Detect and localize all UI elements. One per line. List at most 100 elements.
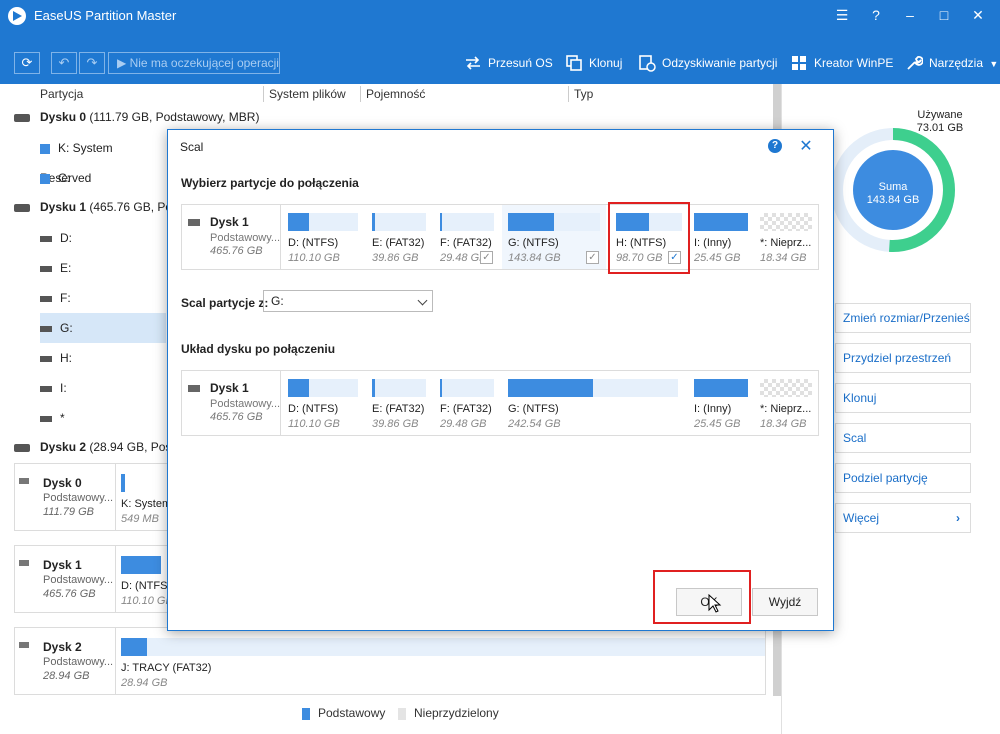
tree-disk-1[interactable]: Dysku 1 (465.76 GB, Pod xyxy=(14,200,179,214)
partition-block[interactable]: I: (Inny) 25.45 GB xyxy=(688,371,754,435)
partition-block[interactable]: *: Nieprz... 18.34 GB xyxy=(754,205,818,269)
tree-partition-row[interactable]: K: System Reserved xyxy=(40,133,166,185)
partition-label: E: (FAT32) xyxy=(372,403,425,415)
partition-block[interactable]: G: (NTFS) 242.54 GB xyxy=(502,371,684,435)
partition-usage-fill xyxy=(288,213,309,231)
partition-block[interactable]: E: (FAT32) 39.86 GB xyxy=(366,371,432,435)
select-partitions-heading: Wybierz partycje do połączenia xyxy=(181,176,359,190)
tree-partition-row[interactable]: E: xyxy=(40,253,166,283)
undo-button[interactable]: ↶ xyxy=(51,52,77,74)
partition-label: G: (NTFS) xyxy=(508,403,559,415)
partition-block[interactable]: E: (FAT32) 39.86 GB xyxy=(366,205,432,269)
hard-disk-icon xyxy=(188,219,200,226)
tree-partition-row[interactable]: F: xyxy=(40,283,166,313)
tree-disk-1-info: (465.76 GB, Pod xyxy=(89,200,179,214)
tree-partition-row[interactable]: * xyxy=(40,403,166,433)
column-separator[interactable] xyxy=(568,86,569,102)
clone-partition-button[interactable]: Klonuj xyxy=(835,383,971,413)
close-icon[interactable]: ✕ xyxy=(798,136,814,155)
close-icon[interactable]: ✕ xyxy=(966,4,990,26)
disk-map-after: Dysk 1 Podstawowy... 465.76 GB D: (NTFS)… xyxy=(181,370,819,436)
legend-swatch xyxy=(398,707,406,720)
column-separator[interactable] xyxy=(360,86,361,102)
maximize-icon[interactable]: □ xyxy=(932,4,956,26)
redo-button[interactable]: ↷ xyxy=(79,52,105,74)
exit-button[interactable]: Wyjdź xyxy=(752,588,818,616)
partition-usage-bar xyxy=(121,556,161,574)
tree-partition-row[interactable]: C: xyxy=(40,163,166,193)
tree-disk-0-info: (111.79 GB, Podstawowy, MBR) xyxy=(89,110,260,124)
refresh-button[interactable]: ⟳ xyxy=(14,52,40,74)
hard-disk-icon xyxy=(188,385,200,392)
tree-partition-label: I: xyxy=(60,381,67,395)
partition-usage-bar xyxy=(440,213,494,231)
windows-partition-icon xyxy=(40,143,50,154)
legend-unallocated-label: Nieprzydzielony xyxy=(414,706,499,720)
partition-size: 39.86 GB xyxy=(372,418,419,430)
partition-icon xyxy=(40,265,52,272)
allocate-space-button[interactable]: Przydziel przestrzeń xyxy=(835,343,971,373)
tree-disk-2[interactable]: Dysku 2 (28.94 GB, Pos xyxy=(14,440,171,454)
menu-icon[interactable]: ☰ xyxy=(830,4,854,26)
partition-block[interactable]: D: (NTFS) 110.10 GB xyxy=(282,371,364,435)
tree-partition-label: * xyxy=(60,411,65,425)
partition-checkbox[interactable]: ✓ xyxy=(480,251,493,264)
partition-block[interactable]: *: Nieprz... 18.34 GB xyxy=(754,371,818,435)
used-label: Używane xyxy=(917,109,963,121)
tree-partition-row[interactable]: D: xyxy=(40,223,166,253)
disk-map-size: 465.76 GB xyxy=(210,245,263,257)
disk-card-type: Podstawowy... xyxy=(43,492,114,504)
partition-checkbox[interactable]: ✓ xyxy=(586,251,599,264)
column-header-partition[interactable]: Partycja xyxy=(40,84,83,104)
migrate-os-button[interactable]: Przesuń OS xyxy=(464,52,553,74)
disk-card[interactable]: Dysk 2 Podstawowy... 28.94 GB J: TRACY (… xyxy=(14,627,766,695)
windows-partition-icon xyxy=(40,173,50,184)
tree-disk-0[interactable]: Dysku 0 (111.79 GB, Podstawowy, MBR) xyxy=(14,110,259,124)
merge-into-select[interactable]: G: xyxy=(263,290,433,312)
partition-block[interactable]: I: (Inny) 25.45 GB xyxy=(688,205,754,269)
disk-card-size: 111.79 GB xyxy=(43,506,94,518)
column-header-filesystem[interactable]: System plików xyxy=(269,84,346,104)
tree-partition-row[interactable]: H: xyxy=(40,343,166,373)
disk-card-size: 28.94 GB xyxy=(43,670,90,682)
apply-pending-button[interactable]: ▶ Nie ma oczekującej operacji xyxy=(108,52,280,74)
tools-menu-button[interactable]: Narzędzia ▼ xyxy=(905,52,998,74)
partition-block[interactable]: G: (NTFS) 143.84 GB ✓ xyxy=(502,205,606,269)
help-icon[interactable]: ? xyxy=(768,139,782,153)
partition-recovery-button[interactable]: Odzyskiwanie partycji xyxy=(638,52,777,74)
help-icon[interactable]: ? xyxy=(864,4,888,26)
disk-map-type: Podstawowy... xyxy=(210,232,281,244)
partition-usage-bar xyxy=(508,379,678,397)
partition-usage-fill xyxy=(508,379,593,397)
more-button[interactable]: Więcej › xyxy=(835,503,971,533)
clone-button[interactable]: Klonuj xyxy=(565,52,622,74)
partition-block[interactable]: F: (FAT32) 29.48 GB xyxy=(434,371,500,435)
highlight-box xyxy=(653,570,751,624)
divider xyxy=(115,464,116,530)
merge-button[interactable]: Scal xyxy=(835,423,971,453)
partition-usage-fill xyxy=(694,379,748,397)
more-label: Więcej xyxy=(843,511,880,525)
partition-block[interactable]: D: (NTFS) 110.10 GB xyxy=(282,205,364,269)
partition-block[interactable]: F: (FAT32) 29.48 GB ✓ xyxy=(434,205,500,269)
partition-usage-bar xyxy=(372,379,426,397)
partition-usage-bar xyxy=(694,379,748,397)
disk-card-partition-size: 28.94 GB xyxy=(121,677,168,689)
disk-card-partition-size: 549 MB xyxy=(121,513,159,525)
legend-unallocated: Nieprzydzielony xyxy=(398,706,499,720)
chevron-right-icon: › xyxy=(956,511,960,525)
merge-dialog: Scal ? ✕ Wybierz partycje do połączenia … xyxy=(167,129,834,631)
column-header-type[interactable]: Typ xyxy=(574,84,593,104)
tree-partition-row[interactable]: I: xyxy=(40,373,166,403)
column-separator[interactable] xyxy=(263,86,264,102)
partition-icon xyxy=(40,235,52,242)
resize-move-button[interactable]: Zmień rozmiar/Przenieś xyxy=(835,303,971,333)
split-partition-button[interactable]: Podziel partycję xyxy=(835,463,971,493)
winpe-creator-button[interactable]: Kreator WinPE xyxy=(790,52,893,74)
column-header-capacity[interactable]: Pojemność xyxy=(366,84,425,104)
tree-partition-row-selected[interactable]: G: xyxy=(40,313,166,343)
partition-usage-bar xyxy=(288,213,358,231)
minimize-icon[interactable]: – xyxy=(898,4,922,26)
disk-map-size: 465.76 GB xyxy=(210,411,263,423)
partition-icon xyxy=(40,385,52,392)
